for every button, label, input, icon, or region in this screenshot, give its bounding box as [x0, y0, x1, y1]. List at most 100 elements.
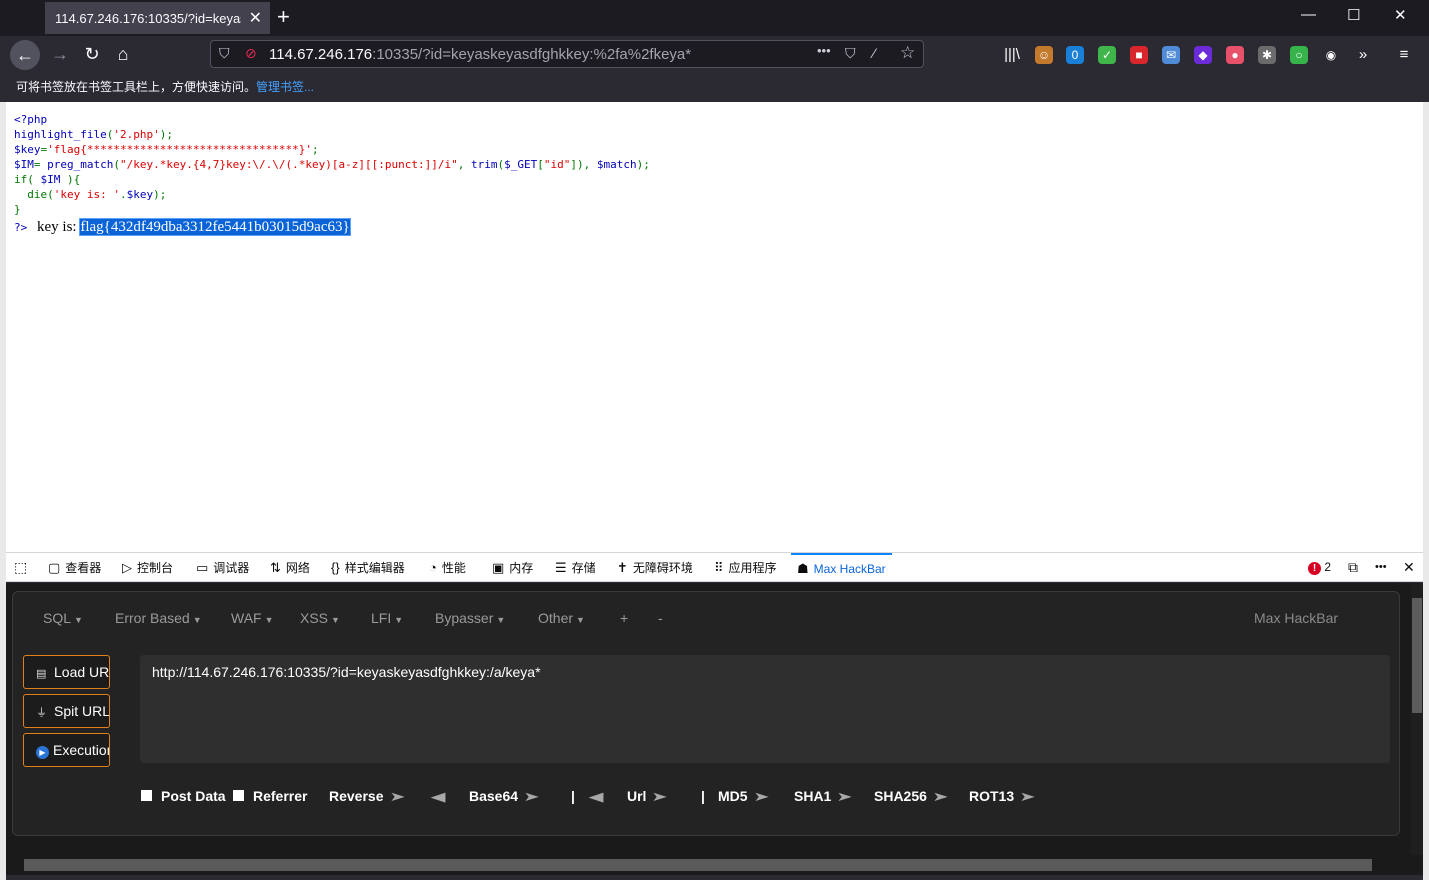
referrer-check-box[interactable] [233, 790, 244, 801]
extension-shield-icon[interactable]: ✓ [1098, 46, 1116, 64]
bookmark-star-icon[interactable]: ☆ [900, 43, 915, 63]
extension-blue-badge-icon[interactable]: 0 [1066, 46, 1084, 64]
tab-max-hackbar[interactable]: ☗ Max HackBar [791, 553, 892, 582]
code-token: $IM [14, 158, 34, 171]
tab-debugger[interactable]: ▭ 调试器 [196, 553, 249, 582]
window-close-icon[interactable]: ✕ [1394, 6, 1407, 24]
insecure-lock-icon[interactable]: ⊘ [245, 45, 257, 62]
extension-green-ring-icon[interactable]: ○ [1290, 46, 1308, 64]
extension-bird-icon[interactable]: ✉ [1162, 46, 1180, 64]
base64-button[interactable]: Base64 ➤ [469, 788, 540, 805]
tab-close-icon[interactable]: ✕ [249, 8, 262, 28]
reverse-button[interactable]: Reverse ➤ [329, 788, 406, 805]
tab-style-editor[interactable]: {} 样式编辑器 [331, 553, 405, 582]
horizontal-scroll-thumb[interactable] [24, 859, 1372, 871]
url-decode-left-button[interactable]: ◀ [589, 788, 604, 805]
devtools-close-icon[interactable]: ✕ [1403, 553, 1415, 582]
menu-xss[interactable]: XSS ▼ [300, 610, 340, 626]
bookmarks-hint: 可将书签放在书签工具栏上，方便快速访问。 [16, 80, 257, 94]
navigation-toolbar: ← → ↻ ⌂ ⛉ ⊘ 114.67.246.176:10335/?id=key… [0, 36, 1429, 72]
tab-memory[interactable]: ▣ 内存 [492, 553, 533, 582]
address-bar[interactable]: ⛉ ⊘ 114.67.246.176:10335/?id=keyaskeyasd… [210, 40, 924, 68]
element-picker-icon[interactable]: ⬚ [14, 553, 27, 582]
error-badge[interactable]: ! 2 [1308, 553, 1331, 582]
post-data-checkbox[interactable]: Post Data [141, 788, 226, 804]
extension-pin-icon[interactable]: ● [1226, 46, 1244, 64]
overflow-icon[interactable]: » [1354, 46, 1372, 64]
devtools-more-icon[interactable]: ••• [1375, 553, 1387, 582]
load-url-button[interactable]: ▤ Load URL [23, 655, 110, 689]
flag-value[interactable]: flag{432df49dba3312fe5441b03015d9ac63} [79, 218, 351, 236]
extension-purple-icon[interactable]: ◆ [1194, 46, 1212, 64]
error-count: 2 [1324, 560, 1332, 574]
execute-button[interactable]: ▶ Execution [23, 733, 110, 767]
page-actions-icon[interactable]: ••• [817, 43, 831, 58]
tab-accessibility[interactable]: ✝ 无障碍环境 [617, 553, 693, 582]
code-token: $match [596, 158, 637, 171]
vertical-scroll-thumb[interactable] [1412, 598, 1422, 713]
vertical-scrollbar[interactable] [1411, 583, 1423, 855]
split-url-label: Spit URL [54, 703, 110, 719]
tab-performance[interactable]: ◔ 性能 [429, 553, 466, 582]
tab-network[interactable]: ⇅ 网络 [270, 553, 310, 582]
home-button[interactable]: ⌂ [111, 42, 135, 66]
dock-side-icon[interactable]: ⧉ [1348, 553, 1358, 582]
new-tab-button[interactable]: + [277, 4, 290, 30]
maximize-icon[interactable]: ☐ [1347, 6, 1360, 24]
decode-left-button[interactable]: ◀ [431, 788, 446, 805]
rot13-button[interactable]: ROT13 ➤ [969, 788, 1036, 805]
post-data-check-box[interactable] [141, 790, 152, 801]
caret-down-icon: ▼ [394, 615, 404, 625]
menu-error-based[interactable]: Error Based ▼ [115, 610, 202, 626]
hackbar-title: Max HackBar [1254, 610, 1339, 626]
tab-application[interactable]: ⠿ 应用程序 [714, 553, 777, 582]
url-text[interactable]: 114.67.246.176:10335/?id=keyaskeyasdfghk… [269, 46, 691, 63]
menu-minus[interactable]: - [658, 610, 663, 626]
php-close-tag: ?> [14, 221, 28, 234]
code-token: } [14, 203, 21, 216]
referrer-checkbox[interactable]: Referrer [233, 788, 307, 804]
menu-plus[interactable]: + [620, 610, 628, 626]
code-line: die('key is: '.$key); [14, 187, 1415, 202]
horizontal-scrollbar[interactable] [6, 855, 1411, 875]
menu-lfi[interactable]: LFI ▼ [371, 610, 403, 626]
sha256-button[interactable]: SHA256 ➤ [874, 788, 949, 805]
reader-slash-icon[interactable]: ⁄ [873, 45, 875, 61]
tab-console[interactable]: ▷ 控制台 [122, 553, 173, 582]
tab-storage[interactable]: ☰ 存储 [555, 553, 596, 582]
split-url-button[interactable]: ⏚ Spit URL [23, 694, 110, 728]
url-encode-button[interactable]: Url ➤ [627, 788, 668, 805]
menu-sql[interactable]: SQL ▼ [43, 610, 83, 626]
reload-button[interactable]: ↻ [80, 42, 104, 66]
tab-label: 调试器 [213, 561, 250, 575]
extension-face-icon[interactable]: ☺ [1035, 46, 1053, 64]
menu-waf[interactable]: WAF ▼ [231, 610, 274, 626]
menu-bypasser[interactable]: Bypasser ▼ [435, 610, 505, 626]
extension-puzzle-icon[interactable]: ✱ [1258, 46, 1276, 64]
tab-inspector[interactable]: ▢ 查看器 [48, 553, 101, 582]
hackbar-url-input[interactable] [140, 655, 1390, 763]
menu-label: WAF [231, 610, 262, 626]
forward-button[interactable]: → [48, 42, 72, 66]
menu-icon[interactable]: ≡ [1395, 46, 1413, 64]
pocket-icon[interactable]: ⛉ [845, 45, 856, 62]
md5-button[interactable]: MD5 ➤ [718, 788, 769, 805]
md5-label: MD5 [718, 788, 748, 804]
manage-bookmarks-link[interactable]: 管理书签... [256, 80, 314, 94]
minimize-icon[interactable]: — [1301, 6, 1316, 23]
code-token: ( [27, 173, 41, 186]
error-icon: ! [1308, 562, 1321, 575]
tab-label: 无障碍环境 [632, 561, 693, 575]
code-token: 'key is: ' [53, 188, 120, 201]
extension-owl-icon[interactable]: ◉ [1322, 46, 1340, 64]
hackbar-panel: SQL ▼ Error Based ▼ WAF ▼ XSS ▼ LFI ▼ Bypasser ▼ Oth… [12, 591, 1400, 836]
active-tab[interactable]: 114.67.246.176:10335/?id=keyaskeyasdfghk… [45, 2, 270, 34]
library-icon[interactable]: |||\ [1003, 46, 1021, 64]
code-line: $IM= preg_match("/key.*key.{4,7}key:\/.\… [14, 157, 1415, 172]
menu-other[interactable]: Other ▼ [538, 610, 585, 626]
tracking-shield-icon[interactable]: ⛉ [219, 45, 230, 62]
back-button[interactable]: ← [10, 40, 40, 70]
arrow-right-icon: ➤ [388, 789, 406, 804]
extension-lock-icon[interactable]: ■ [1130, 46, 1148, 64]
sha1-button[interactable]: SHA1 ➤ [794, 788, 853, 805]
